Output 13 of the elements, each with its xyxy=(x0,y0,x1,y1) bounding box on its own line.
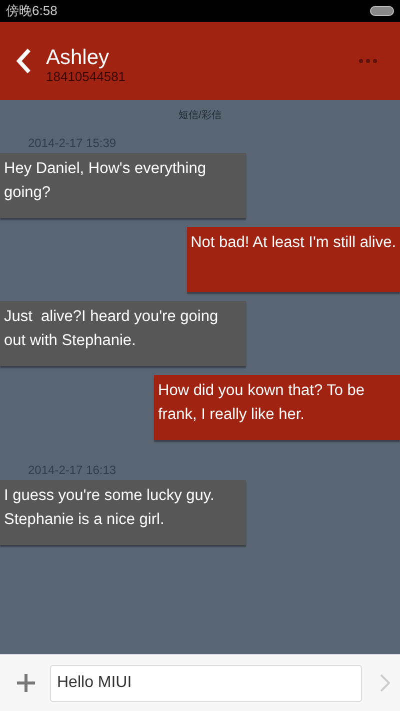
incoming-message: Hey Daniel, How's everything going? xyxy=(0,153,246,218)
back-icon[interactable] xyxy=(16,48,32,74)
channel-label: 短信/彩信 xyxy=(178,109,222,122)
outgoing-message: How did you kown that? To be frank, I really like her. xyxy=(154,375,400,440)
incoming-message: I guess you're some lucky guy. Stephanie is a nice girl. xyxy=(0,480,246,545)
message-field[interactable]: Hello MIUI xyxy=(50,664,362,702)
contact-name: Ashley xyxy=(46,46,110,70)
outgoing-message: Not bad! At least I'm still alive. xyxy=(186,227,400,292)
contact-number: 18410544581 xyxy=(46,70,127,84)
add-icon[interactable] xyxy=(16,673,36,693)
status-time: 傍晚6:58 xyxy=(6,2,58,20)
battery-icon xyxy=(370,6,394,16)
incoming-message: Just alive?I heard you're going out with Stephanie. xyxy=(0,301,246,366)
